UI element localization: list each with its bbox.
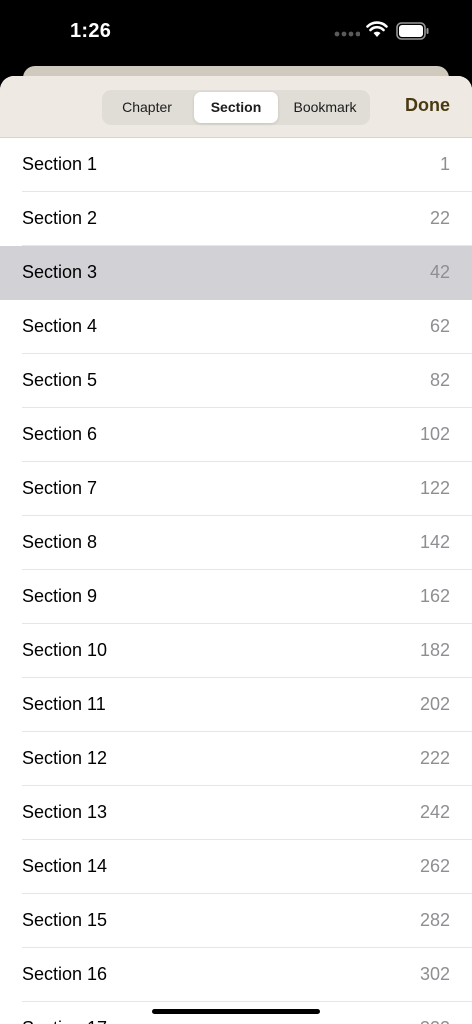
section-title: Section 17 bbox=[22, 1002, 107, 1024]
section-page-number: 182 bbox=[419, 640, 450, 660]
tab-chapter[interactable]: Chapter bbox=[104, 92, 190, 123]
section-row[interactable]: Section 3 42 bbox=[0, 246, 472, 300]
section-title: Section 5 bbox=[22, 370, 98, 390]
section-row[interactable]: Section 9 162 bbox=[0, 570, 472, 624]
sheet-header: Chapter Section Bookmark Done bbox=[0, 76, 472, 138]
section-page-number: 122 bbox=[419, 478, 450, 498]
section-title: Section 12 bbox=[22, 748, 108, 768]
section-page-number: 22 bbox=[429, 208, 450, 228]
section-page-number: 222 bbox=[419, 748, 450, 768]
section-title: Section 11 bbox=[22, 694, 106, 714]
section-page-number: 142 bbox=[419, 532, 450, 552]
section-row[interactable]: Section 11 202 bbox=[0, 678, 472, 732]
section-row[interactable]: Section 1 1 bbox=[0, 138, 472, 192]
done-button[interactable]: Done bbox=[405, 95, 450, 116]
section-row[interactable]: Section 13 242 bbox=[0, 786, 472, 840]
home-indicator bbox=[152, 1009, 320, 1014]
section-title: Section 3 bbox=[22, 262, 98, 282]
section-title: Section 6 bbox=[22, 424, 98, 444]
section-row[interactable]: Section 7 122 bbox=[0, 462, 472, 516]
section-row[interactable]: Section 12 222 bbox=[0, 732, 472, 786]
tab-bookmark[interactable]: Bookmark bbox=[282, 92, 368, 123]
section-row[interactable]: Section 16 302 bbox=[0, 948, 472, 1002]
section-title: Section 14 bbox=[22, 856, 108, 876]
section-page-number: 102 bbox=[419, 424, 450, 444]
section-list: Section 1 1 Section 2 22 Section 3 42 Section … bbox=[0, 138, 472, 1024]
section-title: Section 7 bbox=[22, 478, 98, 498]
table-of-contents-sheet: Chapter Section Bookmark Done Section 11… bbox=[0, 76, 472, 1024]
section-row[interactable]: Section 5 82 bbox=[0, 354, 472, 408]
section-row[interactable]: Section 2 22 bbox=[0, 192, 472, 246]
section-title: Section 2 bbox=[22, 208, 98, 228]
section-page-number: 262 bbox=[419, 856, 450, 876]
tab-segmented-control: Chapter Section Bookmark bbox=[102, 90, 370, 125]
section-row[interactable]: Section 6 102 bbox=[0, 408, 472, 462]
section-row[interactable]: Section 15 282 bbox=[0, 894, 472, 948]
section-title: Section 16 bbox=[22, 964, 108, 984]
section-page-number: 242 bbox=[419, 802, 450, 822]
status-bar: 1:26 bbox=[0, 0, 472, 64]
section-page-number: 1 bbox=[439, 154, 450, 174]
section-title: Section 15 bbox=[22, 910, 108, 930]
section-row[interactable]: Section 10 182 bbox=[0, 624, 472, 678]
section-page-number: 62 bbox=[429, 316, 450, 336]
section-row[interactable]: Section 14 262 bbox=[0, 840, 472, 894]
tab-section[interactable]: Section bbox=[194, 92, 278, 123]
status-time: 1:26 bbox=[70, 20, 112, 42]
section-row[interactable]: Section 8 142 bbox=[0, 516, 472, 570]
section-page-number: 302 bbox=[419, 964, 450, 984]
section-title: Section 9 bbox=[22, 586, 98, 606]
section-title: Section 8 bbox=[22, 532, 98, 552]
section-page-number: 282 bbox=[419, 910, 450, 930]
section-title: Section 1 bbox=[22, 154, 98, 174]
section-page-number: 162 bbox=[419, 586, 450, 606]
section-page-number: 82 bbox=[429, 370, 450, 390]
section-row[interactable]: Section 4 62 bbox=[0, 300, 472, 354]
wifi-icon bbox=[366, 21, 388, 37]
battery-icon bbox=[396, 22, 429, 40]
section-title: Section 10 bbox=[22, 640, 108, 660]
cellular-signal-icon bbox=[334, 31, 360, 37]
section-page-number: 42 bbox=[429, 262, 450, 282]
section-page-number: 322 bbox=[420, 1002, 450, 1024]
section-title: Section 4 bbox=[22, 316, 98, 336]
section-title: Section 13 bbox=[22, 802, 108, 822]
section-page-number: 202 bbox=[419, 694, 450, 714]
